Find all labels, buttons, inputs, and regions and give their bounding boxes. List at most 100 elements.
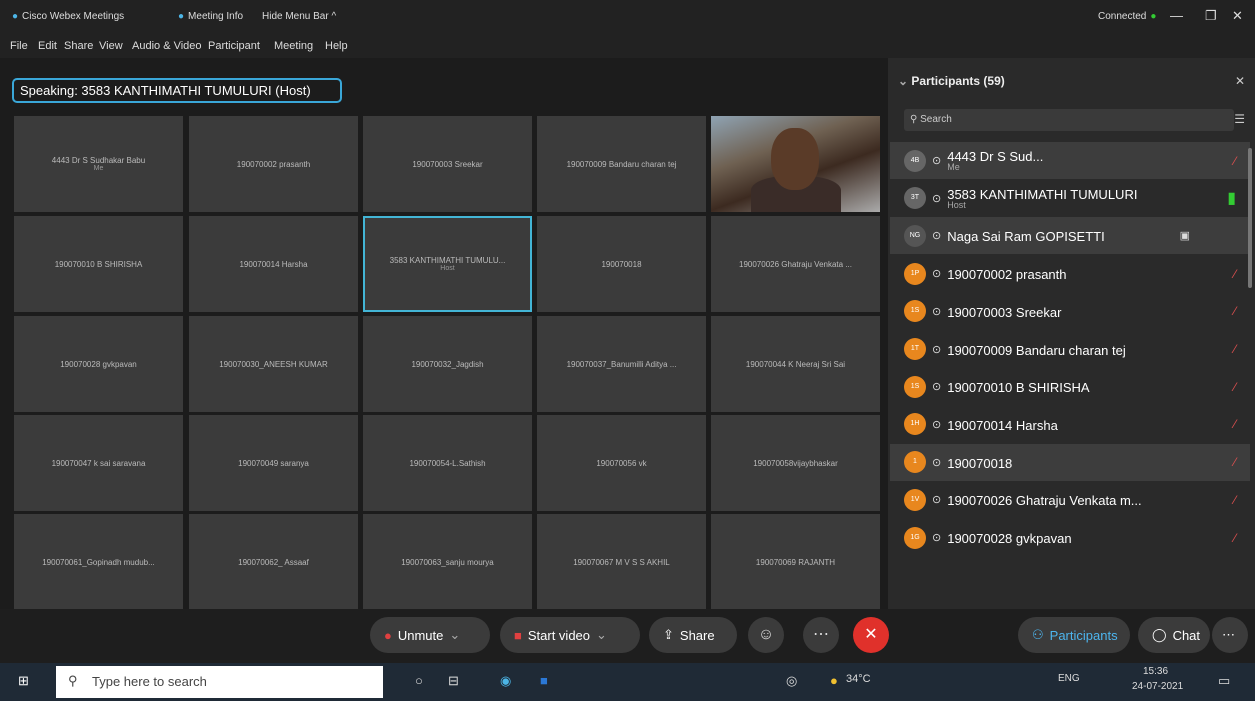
clock-time[interactable]: 15:36 <box>1143 666 1168 677</box>
minimize-button[interactable]: — <box>1170 8 1183 23</box>
menu-share[interactable]: Share <box>64 40 93 52</box>
tile-name: 190070003 Sreekar <box>412 159 483 169</box>
tile-name: 190070058vijaybhaskar <box>753 458 838 468</box>
participant-tile[interactable]: 190070010 B SHIRISHA <box>14 216 183 312</box>
participant-tile[interactable]: 190070067 M V S S AKHIL <box>537 514 706 610</box>
participant-row[interactable]: 3T ⊙ 3583 KANTHIMATHI TUMULURI Host ▮ <box>890 180 1250 217</box>
participants-button[interactable]: ⚇ Participants <box>1018 617 1130 653</box>
participant-tile[interactable]: 4443 Dr S Sudhakar Babu Me <box>14 116 183 212</box>
smiley-icon: ☺ <box>757 626 775 643</box>
tile-name: 3583 KANTHIMATHI TUMULU... <box>389 256 506 265</box>
menu-participant[interactable]: Participant <box>208 40 260 52</box>
participant-tile[interactable]: 190070014 Harsha <box>189 216 358 312</box>
participant-tile[interactable]: 190070028 gvkpavan <box>14 316 183 412</box>
participant-search-input[interactable]: ⚲ Search <box>904 109 1234 131</box>
audio-icon: ⊙ <box>932 192 942 205</box>
participant-tile[interactable]: 190070049 saranya <box>189 415 358 511</box>
participant-row[interactable]: NG ⊙ Naga Sai Ram GOPISETTI ▣ <box>890 217 1250 255</box>
participant-row[interactable]: 4B ⊙ 4443 Dr S Sud... Me ⁄ <box>890 142 1250 179</box>
scrollbar[interactable] <box>1248 148 1252 288</box>
panel-header[interactable]: ⌄ Participants (59) <box>898 74 1005 88</box>
participant-tile[interactable]: 190070061_Gopinadh mudub... <box>14 514 183 610</box>
participant-video-tile[interactable] <box>711 116 880 212</box>
sort-icon[interactable]: ☰ <box>1234 112 1245 126</box>
menu-help[interactable]: Help <box>325 40 348 52</box>
windows-taskbar: ⊞ Type here to search ⚲ ○ ⊟ ◉ ■ ◎ ● 34°C… <box>0 663 1255 701</box>
connection-status[interactable]: Connected ● <box>1098 11 1156 22</box>
participant-tile[interactable]: 190070003 Sreekar <box>363 116 532 212</box>
more-options-button[interactable]: ⋯ <box>803 617 839 653</box>
restore-button[interactable]: ❐ <box>1205 8 1217 24</box>
audio-icon: ⊙ <box>932 456 942 469</box>
avatar: 1G <box>904 526 926 549</box>
webex-taskbar-icon[interactable]: ◉ <box>500 673 511 689</box>
language-indicator[interactable]: ENG <box>1058 673 1080 684</box>
menu-view[interactable]: View <box>99 40 123 52</box>
chat-button[interactable]: ◯ Chat <box>1138 617 1210 653</box>
search-icon: ⚲ <box>910 114 921 125</box>
windows-start-icon[interactable]: ⊞ <box>18 673 29 689</box>
menu-edit[interactable]: Edit <box>38 40 57 52</box>
reactions-button[interactable]: ☺ <box>748 617 784 653</box>
word-icon[interactable]: ■ <box>540 673 548 688</box>
hide-menu-bar-button[interactable]: Hide Menu Bar ^ <box>262 11 336 22</box>
tile-name: 190070028 gvkpavan <box>60 359 137 369</box>
participant-row[interactable]: 1S ⊙ 190070003 Sreekar ⁄ <box>890 293 1250 330</box>
participant-tile[interactable]: 190070056 vk <box>537 415 706 511</box>
share-button[interactable]: ⇪ Share <box>649 617 737 653</box>
close-window-button[interactable]: ✕ <box>1232 8 1243 24</box>
participant-tile[interactable]: 190070009 Bandaru charan tej <box>537 116 706 212</box>
participant-tile[interactable]: 3583 KANTHIMATHI TUMULU... Host <box>363 216 532 312</box>
panel-more-button[interactable]: ⋯ <box>1212 617 1248 653</box>
participant-row[interactable]: 1G ⊙ 190070028 gvkpavan ⁄ <box>890 519 1250 556</box>
participant-tile[interactable]: 190070047 k sai saravana <box>14 415 183 511</box>
participant-row[interactable]: 1S ⊙ 190070010 B SHIRISHA ⁄ <box>890 368 1250 405</box>
participant-tile[interactable]: 190070018 <box>537 216 706 312</box>
participant-tile[interactable]: 190070062_ Assaaf <box>189 514 358 610</box>
start-video-button[interactable]: ■ Start video ⌄ <box>500 617 640 653</box>
webex-icon: ● <box>12 11 19 22</box>
clock-date[interactable]: 24-07-2021 <box>1132 681 1183 692</box>
participant-row[interactable]: 1H ⊙ 190070014 Harsha ⁄ <box>890 406 1250 443</box>
avatar: 4B <box>904 149 926 172</box>
muted-mic-icon: ⁄ <box>1233 417 1236 432</box>
participant-tile[interactable]: 190070030_ANEESH KUMAR <box>189 316 358 412</box>
video-off-icon: ■ <box>514 627 522 643</box>
title-bar: ● Cisco Webex Meetings ● Meeting Info Hide… <box>0 0 1255 36</box>
participant-tile[interactable]: 190070026 Ghatraju Venkata ... <box>711 216 880 312</box>
participant-row[interactable]: 1 ⊙ 190070018 ⁄ <box>890 443 1250 481</box>
cortana-icon[interactable]: ○ <box>415 673 423 688</box>
audio-icon: ⊙ <box>932 381 942 394</box>
participant-row[interactable]: 1V ⊙ 190070026 Ghatraju Venkata m... ⁄ <box>890 481 1250 518</box>
notifications-icon[interactable]: ▭ <box>1218 673 1230 689</box>
video-person-face <box>771 128 819 190</box>
taskbar-search-input[interactable]: Type here to search <box>56 666 383 698</box>
leave-meeting-button[interactable]: ✕ <box>853 617 889 653</box>
chrome-icon[interactable]: ◎ <box>786 673 797 689</box>
avatar: 3T <box>904 187 926 210</box>
participant-tile[interactable]: 190070063_sanju mourya <box>363 514 532 610</box>
chevron-down-icon: ⌄ <box>596 627 607 642</box>
task-view-icon[interactable]: ⊟ <box>448 673 459 689</box>
close-panel-icon[interactable]: ✕ <box>1235 74 1245 88</box>
menu-file[interactable]: File <box>10 40 28 52</box>
menu-audio-video[interactable]: Audio & Video <box>132 40 202 52</box>
participant-row[interactable]: 1T ⊙ 190070009 Bandaru charan tej ⁄ <box>890 331 1250 368</box>
participant-name: 190070018 <box>947 455 1013 471</box>
participant-tile[interactable]: 190070032_Jagdish <box>363 316 532 412</box>
meeting-info-button[interactable]: ● Meeting Info <box>178 11 243 22</box>
menu-meeting[interactable]: Meeting <box>274 40 313 52</box>
participant-row[interactable]: 1P ⊙ 190070002 prasanth ⁄ <box>890 255 1250 292</box>
participant-tile[interactable]: 190070054-L.Sathish <box>363 415 532 511</box>
participant-name: 190070003 Sreekar <box>947 304 1062 320</box>
tile-name: 190070049 saranya <box>238 458 309 468</box>
participant-tile[interactable]: 190070037_Banumilli Aditya ... <box>537 316 706 412</box>
unmute-button[interactable]: ● Unmute ⌄ <box>370 617 490 653</box>
participant-tile[interactable]: 190070002 prasanth <box>189 116 358 212</box>
participant-tile[interactable]: 190070044 K Neeraj Sri Sai <box>711 316 880 412</box>
participant-name: 3583 KANTHIMATHI TUMULURI Host <box>947 187 1227 210</box>
participant-tile[interactable]: 190070058vijaybhaskar <box>711 415 880 511</box>
participant-tile[interactable]: 190070069 RAJANTH <box>711 514 880 610</box>
tile-name: 190070054-L.Sathish <box>409 458 486 468</box>
avatar: 1P <box>904 262 926 285</box>
